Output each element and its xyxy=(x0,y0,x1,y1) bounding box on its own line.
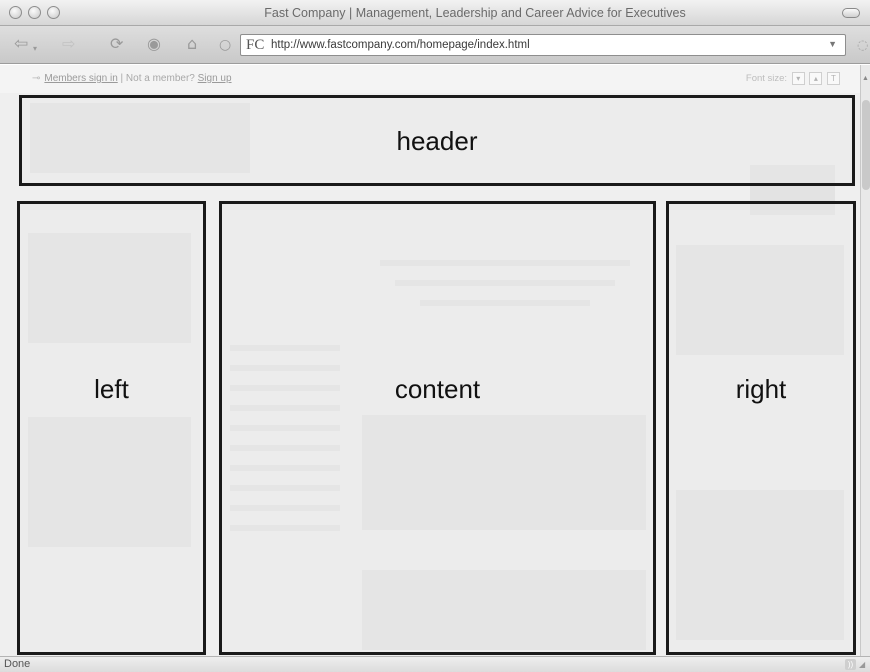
vertical-scrollbar[interactable]: ▲ xyxy=(860,65,870,656)
url-text[interactable]: http://www.fastcompany.com/homepage/inde… xyxy=(271,39,530,51)
back-history-dropdown-icon[interactable]: ▾ xyxy=(33,40,37,58)
back-arrow-icon[interactable]: ⇦ xyxy=(14,35,28,53)
member-links: ⊸ Members sign in | Not a member? Sign up xyxy=(32,73,232,84)
font-size-up-button[interactable]: ▴ xyxy=(809,72,823,85)
page-viewport: ⊸ Members sign in | Not a member? Sign up… xyxy=(0,65,860,656)
status-bar: Done )) ◢ xyxy=(0,656,870,672)
font-size-reset-button[interactable]: T xyxy=(827,72,840,85)
header-region: header xyxy=(19,95,855,186)
window-title-bar: Fast Company | Management, Leadership an… xyxy=(0,0,870,26)
header-label: header xyxy=(396,126,478,156)
left-region: left xyxy=(17,201,206,655)
status-text: Done xyxy=(4,658,31,670)
scroll-thumb[interactable] xyxy=(862,100,870,190)
forward-arrow-icon[interactable]: ⇨ xyxy=(62,35,75,53)
font-size-label: Font size: xyxy=(745,73,788,84)
content-label: content xyxy=(394,374,481,404)
scroll-up-icon[interactable]: ▲ xyxy=(862,75,869,82)
right-label: right xyxy=(735,374,787,404)
font-size-control: Font size: ▾ ▴ T xyxy=(746,72,840,85)
zoom-window-button[interactable] xyxy=(47,6,60,19)
site-favicon: FC xyxy=(246,37,265,53)
sign-up-link[interactable]: Sign up xyxy=(198,73,232,84)
address-bar[interactable]: FC http://www.fastcompany.com/homepage/i… xyxy=(240,34,846,56)
not-member-text: Not a member? xyxy=(125,73,195,84)
window-title: Fast Company | Management, Leadership an… xyxy=(264,6,686,20)
spinner-icon: ◌ xyxy=(857,38,869,53)
members-sign-in-link[interactable]: Members sign in xyxy=(44,73,117,84)
key-icon: ⊸ xyxy=(32,73,41,84)
rss-icon[interactable]: )) xyxy=(845,659,856,670)
content-region: content xyxy=(219,201,656,655)
left-label: left xyxy=(94,374,129,404)
member-strip: ⊸ Members sign in | Not a member? Sign up… xyxy=(0,65,860,93)
home-icon[interactable]: ⌂ xyxy=(187,35,197,53)
toolbar-toggle-button[interactable] xyxy=(842,8,860,18)
browser-toolbar: ⇦ ▾ ⇨ ⟳ ◉ ⌂ ○ FC http://www.fastcompany.… xyxy=(0,26,870,64)
stop-icon[interactable]: ◉ xyxy=(147,35,161,53)
ssl-icon: ○ xyxy=(219,37,232,53)
url-dropdown-icon[interactable]: ▼ xyxy=(828,39,837,49)
right-region: right xyxy=(666,201,856,655)
minimize-window-button[interactable] xyxy=(28,6,41,19)
reload-icon[interactable]: ⟳ xyxy=(110,35,123,53)
resize-grip-icon[interactable]: ◢ xyxy=(859,660,869,670)
font-size-down-button[interactable]: ▾ xyxy=(791,72,805,85)
close-window-button[interactable] xyxy=(9,6,22,19)
